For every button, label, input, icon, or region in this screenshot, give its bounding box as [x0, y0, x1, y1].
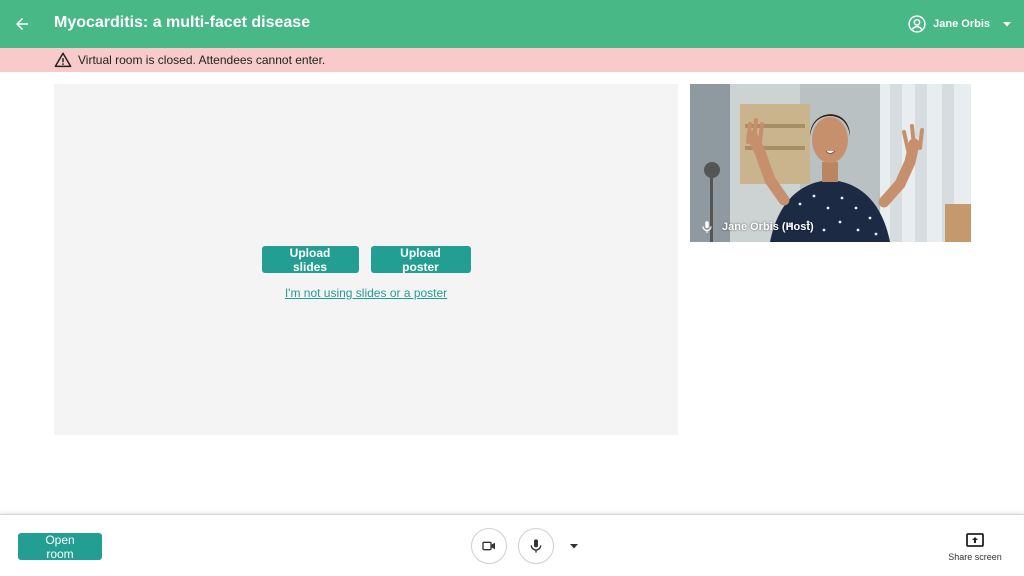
microphone-icon: [700, 220, 714, 234]
page-title: Myocarditis: a multi-facet disease: [54, 14, 311, 31]
participant-video-tile: Jane Orbis (Host): [690, 84, 971, 242]
upload-poster-button[interactable]: Upload poster: [370, 246, 471, 274]
share-screen-icon: [965, 532, 985, 548]
caret-down-icon: [1002, 19, 1012, 29]
caret-down-icon: [570, 544, 578, 549]
room-closed-banner: Virtual room is closed. Attendees cannot…: [0, 48, 1024, 72]
no-slides-link[interactable]: I'm not using slides or a poster: [54, 286, 678, 300]
upload-slides-button[interactable]: Upload slides: [261, 246, 359, 274]
account-circle-icon: [907, 14, 927, 34]
banner-message: Virtual room is closed. Attendees cannot…: [78, 53, 326, 67]
upload-actions: Upload slides Upload poster: [54, 246, 678, 274]
share-screen-button[interactable]: Share screen: [946, 532, 1004, 562]
share-screen-label: Share screen: [948, 552, 1002, 562]
presentation-stage: Upload slides Upload poster I'm not usin…: [54, 84, 678, 435]
microphone-toggle-button[interactable]: [518, 528, 554, 564]
open-room-button[interactable]: Open room: [18, 533, 102, 561]
warning-triangle-icon: [54, 51, 72, 69]
user-name: Jane Orbis: [933, 18, 990, 30]
user-menu[interactable]: Jane Orbis: [907, 12, 1012, 36]
back-button[interactable]: [10, 12, 34, 36]
participant-label: Jane Orbis (Host): [700, 220, 814, 234]
mic-options-caret[interactable]: [568, 542, 580, 550]
participant-video-feed: [690, 84, 971, 242]
app-header: Myocarditis: a multi-facet disease Jane …: [0, 0, 1024, 48]
arrow-left-icon: [16, 18, 28, 30]
microphone-icon: [530, 539, 542, 553]
camera-toggle-button[interactable]: [471, 528, 507, 564]
bottom-control-bar: Open room Share screen: [0, 514, 1024, 576]
participant-name: Jane Orbis (Host): [722, 221, 814, 233]
video-camera-icon: [482, 541, 495, 551]
